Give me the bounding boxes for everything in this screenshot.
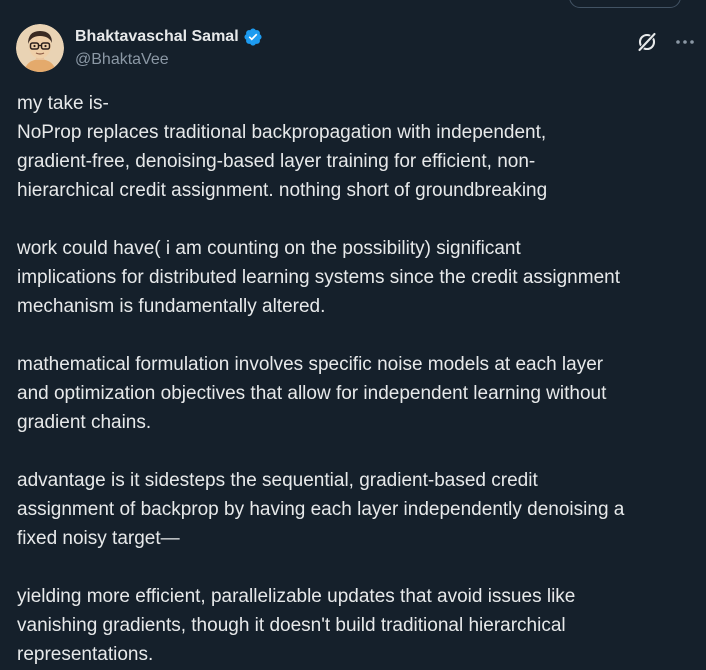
post-line: implications for distributed learning sy…	[17, 267, 620, 288]
more-horizontal-icon[interactable]	[672, 30, 698, 54]
post-line: my take is-	[17, 93, 109, 114]
post-line: gradient-free, denoising-based layer tra…	[17, 151, 536, 172]
post-line: representations.	[17, 644, 154, 665]
post-line: mathematical formulation involves specif…	[17, 354, 604, 375]
post-line: hierarchical credit assignment. nothing …	[17, 180, 548, 201]
post-line: mechanism is fundamentally altered.	[17, 296, 326, 317]
author-display-name[interactable]: Bhaktavaschal Samal	[75, 27, 239, 47]
post-line: yielding more efficient, parallelizable …	[17, 586, 576, 607]
post-line: work could have( i am counting on the po…	[17, 238, 521, 259]
post-line: and optimization objectives that allow f…	[17, 383, 607, 404]
author-name-row: Bhaktavaschal Samal	[75, 27, 263, 47]
post-line: vanishing gradients, though it doesn't b…	[17, 615, 566, 636]
tweet: Bhaktavaschal Samal @BhaktaVee my take i…	[0, 0, 706, 670]
post-line: gradient chains.	[17, 412, 152, 433]
avatar-illustration	[16, 24, 64, 72]
grok-icon[interactable]	[635, 30, 659, 54]
avatar[interactable]	[16, 24, 64, 72]
verified-badge-icon[interactable]	[243, 27, 263, 47]
post-line: assignment of backprop by having each la…	[17, 499, 625, 520]
post-text: my take is- NoProp replaces traditional …	[17, 89, 702, 669]
author-handle[interactable]: @BhaktaVee	[75, 50, 169, 70]
post-line: advantage is it sidesteps the sequential…	[17, 470, 538, 491]
post-line: fixed noisy target—	[17, 528, 180, 549]
post-line: NoProp replaces traditional backpropagat…	[17, 122, 547, 143]
